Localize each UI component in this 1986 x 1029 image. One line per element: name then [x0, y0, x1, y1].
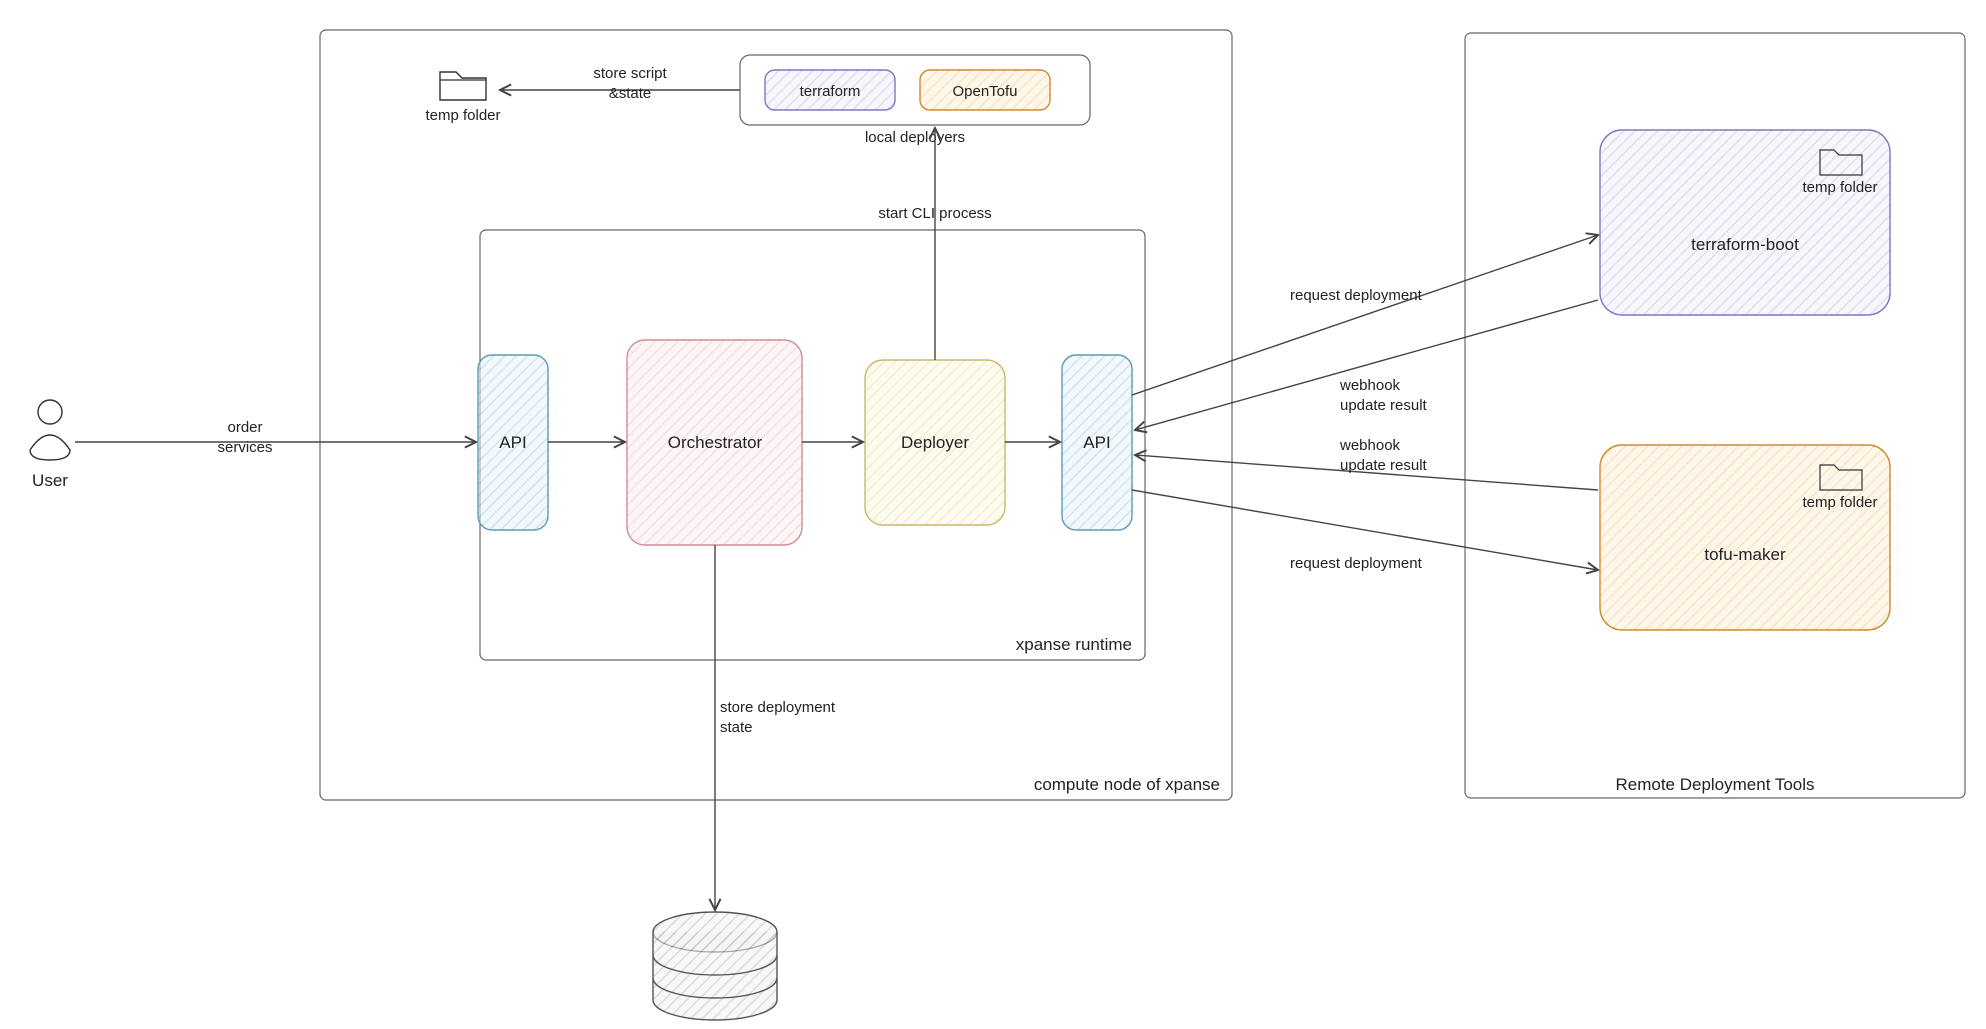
node-terraform: terraform	[765, 70, 895, 110]
edge-request-deployment-1-label: request deployment	[1290, 287, 1423, 304]
edge-store-state-label1: store deployment	[720, 699, 836, 716]
edge-request-deployment-2-label: request deployment	[1290, 555, 1423, 572]
terraform-boot-temp-label: temp folder	[1802, 179, 1877, 196]
node-tofu-maker-label: tofu-maker	[1704, 545, 1786, 564]
group-local-deployers-label: local deployers	[865, 129, 965, 146]
node-deployer-label: Deployer	[901, 433, 969, 452]
user-actor	[30, 400, 70, 460]
edge-order-services-label1: order	[227, 419, 262, 436]
folder-icon	[440, 72, 486, 100]
node-orchestrator-label: Orchestrator	[668, 433, 763, 452]
node-terraform-boot-label: terraform-boot	[1691, 235, 1799, 254]
node-opentofu: OpenTofu	[920, 70, 1050, 110]
edge-webhook-1-label2: update result	[1340, 397, 1428, 414]
edge-webhook-2-label2: update result	[1340, 457, 1428, 474]
temp-folder-local-label: temp folder	[425, 107, 500, 124]
temp-folder-local: temp folder	[425, 72, 500, 124]
tofu-maker-temp-label: temp folder	[1802, 494, 1877, 511]
node-terraform-label: terraform	[800, 83, 861, 100]
group-compute-node-label: compute node of xpanse	[1034, 775, 1220, 794]
user-label: User	[32, 471, 68, 490]
node-opentofu-label: OpenTofu	[952, 83, 1017, 100]
edge-webhook-1-label1: webhook	[1339, 377, 1401, 394]
edge-start-cli-label: start CLI process	[878, 205, 991, 222]
node-api-right: API	[1062, 355, 1132, 530]
node-api-right-label: API	[1083, 433, 1110, 452]
node-api-left: API	[478, 355, 548, 530]
edge-store-state-label2: state	[720, 719, 753, 736]
edge-request-deployment-1	[1132, 235, 1598, 395]
node-deployer: Deployer	[865, 360, 1005, 525]
node-orchestrator: Orchestrator	[627, 340, 802, 545]
edge-store-script-label1: store script	[593, 65, 667, 82]
edge-webhook-2-label1: webhook	[1339, 437, 1401, 454]
group-remote-tools-label: Remote Deployment Tools	[1615, 775, 1814, 794]
node-terraform-boot: temp folder terraform-boot	[1600, 130, 1890, 315]
database-icon	[653, 912, 777, 1020]
group-xpanse-runtime-label: xpanse runtime	[1016, 635, 1132, 654]
edge-order-services-label2: services	[217, 439, 272, 456]
node-api-left-label: API	[499, 433, 526, 452]
node-tofu-maker: temp folder tofu-maker	[1600, 445, 1890, 630]
group-xpanse-runtime	[480, 230, 1145, 660]
edge-store-script-label2: &state	[609, 85, 652, 102]
